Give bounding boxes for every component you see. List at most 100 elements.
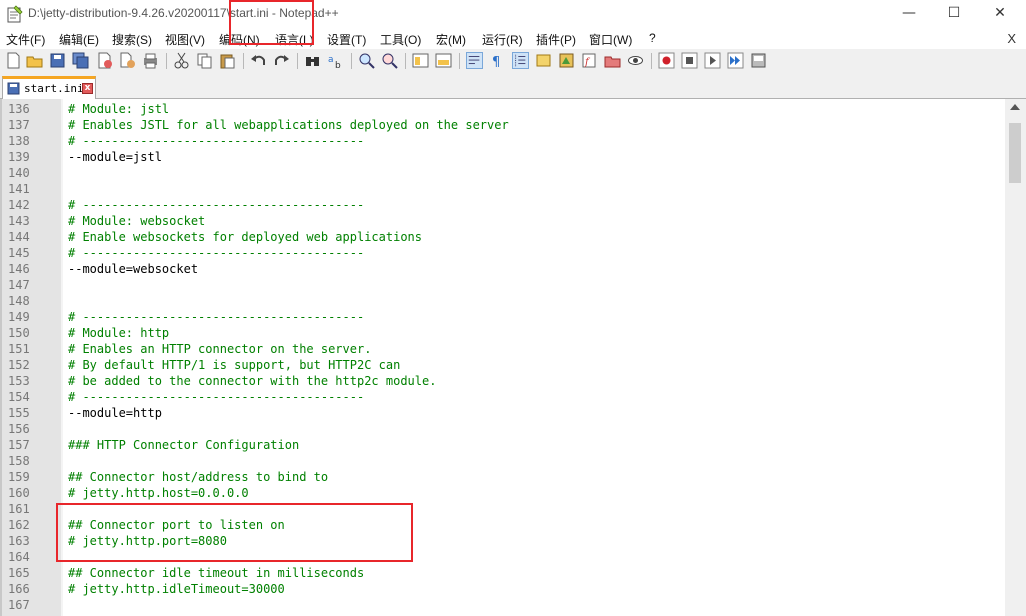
find-icon[interactable]: [304, 52, 321, 69]
menu-help[interactable]: ?: [649, 31, 656, 45]
word-wrap-icon[interactable]: [466, 52, 483, 69]
code-line[interactable]: 151 # Enables an HTTP connector on the se…: [0, 341, 1005, 357]
undo-icon[interactable]: [250, 52, 267, 69]
code-line[interactable]: 142 # -----------------------------------…: [0, 197, 1005, 213]
new-file-icon[interactable]: [5, 52, 22, 69]
sync-vertical-icon[interactable]: [412, 52, 429, 69]
menu-plugins[interactable]: 插件(P): [536, 31, 576, 48]
folder-workspace-icon[interactable]: [604, 52, 621, 69]
tab-close-icon[interactable]: x: [82, 83, 93, 94]
editor[interactable]: 136 # Module: jstl 137 # Enables JSTL for a…: [0, 99, 1026, 616]
zoom-out-icon[interactable]: [381, 52, 398, 69]
line-number: 152: [8, 358, 30, 372]
udl-icon[interactable]: [535, 52, 552, 69]
code-line[interactable]: 143 # Module: websocket: [0, 213, 1005, 229]
code-line[interactable]: 158: [0, 453, 1005, 469]
code-line[interactable]: 165 ## Connector idle timeout in millisec…: [0, 565, 1005, 581]
menu-search[interactable]: 搜索(S): [112, 31, 152, 48]
tab-start-ini[interactable]: start.ini x: [2, 76, 96, 99]
code-line[interactable]: 140: [0, 165, 1005, 181]
redo-icon[interactable]: [273, 52, 290, 69]
stop-macro-icon[interactable]: [681, 52, 698, 69]
record-macro-icon[interactable]: [658, 52, 675, 69]
saved-file-icon: [7, 82, 20, 95]
code-line[interactable]: 146 --module=websocket: [0, 261, 1005, 277]
maximize-button[interactable]: ☐: [931, 0, 977, 29]
code-line[interactable]: 166 # jetty.http.idleTimeout=30000: [0, 581, 1005, 597]
line-text: # --------------------------------------…: [68, 134, 365, 148]
line-number: 155: [8, 406, 30, 420]
code-line[interactable]: 148: [0, 293, 1005, 309]
vertical-scrollbar[interactable]: [1005, 99, 1026, 616]
sync-horizontal-icon[interactable]: [435, 52, 452, 69]
scroll-up-arrow-icon[interactable]: [1010, 104, 1020, 110]
menu-tools[interactable]: 工具(O): [380, 31, 421, 48]
menu-window[interactable]: 窗口(W): [589, 31, 632, 48]
code-line[interactable]: 137 # Enables JSTL for all webapplication…: [0, 117, 1005, 133]
menu-edit[interactable]: 编辑(E): [59, 31, 99, 48]
toolbar-separator: [651, 53, 652, 69]
show-all-chars-icon[interactable]: ¶: [489, 52, 506, 69]
doc-map-icon[interactable]: [558, 52, 575, 69]
code-line[interactable]: 162 ## Connector port to listen on: [0, 517, 1005, 533]
scrollbar-thumb[interactable]: [1009, 123, 1021, 183]
menu-run[interactable]: 运行(R): [482, 31, 523, 48]
menu-settings[interactable]: 设置(T): [327, 31, 366, 48]
code-line[interactable]: 145 # -----------------------------------…: [0, 245, 1005, 261]
line-text: ## Connector host/address to bind to: [68, 470, 329, 484]
code-line[interactable]: 164: [0, 549, 1005, 565]
play-macro-icon[interactable]: [704, 52, 721, 69]
save-icon[interactable]: [49, 52, 66, 69]
close-document-button[interactable]: X: [1007, 31, 1016, 46]
zoom-in-icon[interactable]: [358, 52, 375, 69]
close-all-icon[interactable]: [119, 52, 136, 69]
window-close-button[interactable]: ✕: [977, 0, 1023, 29]
tab-bar: start.ini x: [0, 73, 1026, 99]
minimize-button[interactable]: —: [886, 0, 932, 29]
code-line[interactable]: 159 ## Connector host/address to bind to: [0, 469, 1005, 485]
code-line[interactable]: 138 # -----------------------------------…: [0, 133, 1005, 149]
function-list-icon[interactable]: f: [581, 52, 598, 69]
print-icon[interactable]: [142, 52, 159, 69]
code-line[interactable]: 153 # be added to the connector with the …: [0, 373, 1005, 389]
code-line[interactable]: 141: [0, 181, 1005, 197]
code-line[interactable]: 160 # jetty.http.host=0.0.0.0: [0, 485, 1005, 501]
close-icon[interactable]: [96, 52, 113, 69]
run-macro-multiple-icon[interactable]: [727, 52, 744, 69]
code-area[interactable]: 136 # Module: jstl 137 # Enables JSTL for a…: [0, 101, 1005, 613]
code-line[interactable]: 155 --module=http: [0, 405, 1005, 421]
code-line[interactable]: 152 # By default HTTP/1 is support, but H…: [0, 357, 1005, 373]
indent-guide-icon[interactable]: [512, 52, 529, 69]
menu-language[interactable]: 语言(L): [275, 31, 314, 48]
line-number: 153: [8, 374, 30, 388]
toolbar-separator: [297, 53, 298, 69]
copy-icon[interactable]: [196, 52, 213, 69]
code-line[interactable]: 150 # Module: http: [0, 325, 1005, 341]
menu-view[interactable]: 视图(V): [165, 31, 205, 48]
save-all-icon[interactable]: [72, 52, 89, 69]
paste-icon[interactable]: [219, 52, 236, 69]
code-line[interactable]: 156: [0, 421, 1005, 437]
open-file-icon[interactable]: [26, 52, 43, 69]
line-number: 160: [8, 486, 30, 500]
code-line[interactable]: 154 # -----------------------------------…: [0, 389, 1005, 405]
line-number: 163: [8, 534, 30, 548]
menu-file[interactable]: 文件(F): [6, 31, 45, 48]
line-number: 165: [8, 566, 30, 580]
code-line[interactable]: 139 --module=jstl: [0, 149, 1005, 165]
cut-icon[interactable]: [173, 52, 190, 69]
code-line[interactable]: 136 # Module: jstl: [0, 101, 1005, 117]
code-line[interactable]: 149 # -----------------------------------…: [0, 309, 1005, 325]
code-line[interactable]: 157 ### HTTP Connector Configuration: [0, 437, 1005, 453]
menu-macro[interactable]: 宏(M): [436, 31, 466, 48]
menu-encoding[interactable]: 编码(N): [219, 31, 260, 48]
save-macro-icon[interactable]: [750, 52, 767, 69]
line-text: # By default HTTP/1 is support, but HTTP…: [68, 358, 401, 372]
code-line[interactable]: 161: [0, 501, 1005, 517]
code-line[interactable]: 167: [0, 597, 1005, 613]
replace-icon[interactable]: ab: [327, 52, 344, 69]
monitor-icon[interactable]: [627, 52, 644, 69]
code-line[interactable]: 147: [0, 277, 1005, 293]
code-line[interactable]: 144 # Enable websockets for deployed web …: [0, 229, 1005, 245]
code-line[interactable]: 163 # jetty.http.port=8080: [0, 533, 1005, 549]
